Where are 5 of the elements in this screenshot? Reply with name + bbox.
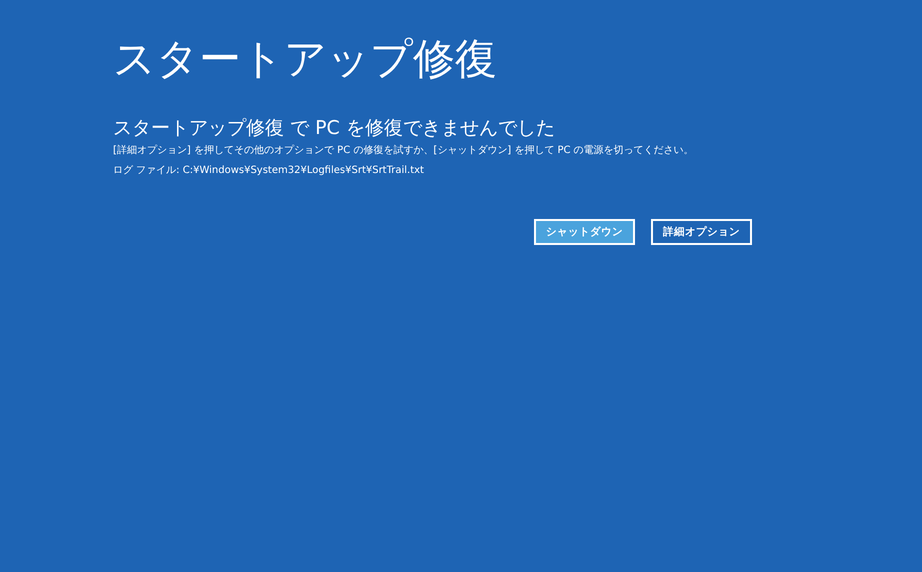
log-file-path: ログ ファイル: C:¥Windows¥System32¥Logfiles¥Srt¥SrtTrail.txt — [113, 164, 425, 178]
page-title: スタートアップ修復 — [113, 33, 498, 85]
error-heading: スタートアップ修復 で PC を修復できませんでした — [113, 116, 556, 141]
advanced-options-button[interactable]: 詳細オプション — [651, 219, 752, 245]
instruction-text: [詳細オプション] を押してその他のオプションで PC の修復を試すか、[シャットダウン] を押して PC の電源を切ってください。 — [113, 144, 695, 158]
